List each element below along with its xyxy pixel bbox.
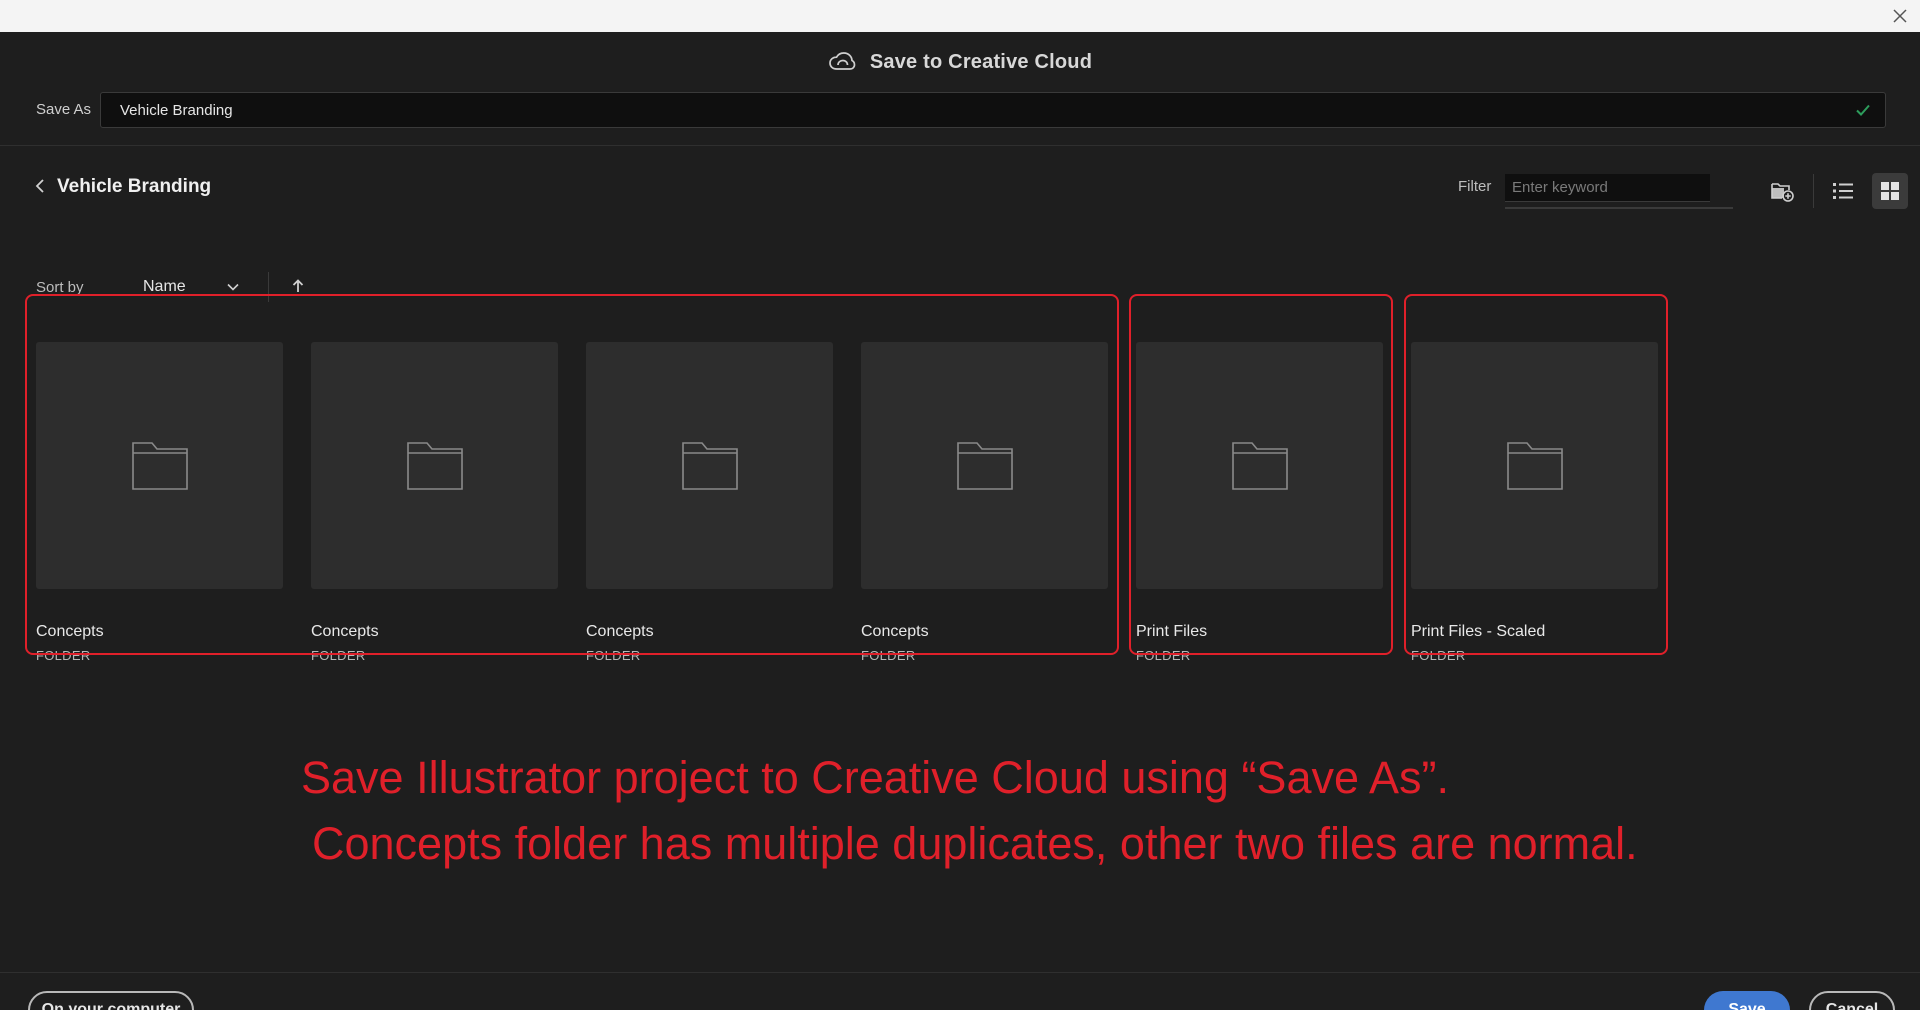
current-folder-title: Vehicle Branding — [57, 176, 212, 197]
footer-divider — [0, 972, 1920, 973]
list-view-button[interactable] — [1825, 173, 1861, 209]
creative-cloud-icon — [829, 52, 856, 70]
close-icon[interactable] — [1888, 4, 1912, 28]
save-as-row: Save As — [0, 90, 1920, 130]
filter-underline — [1505, 207, 1733, 209]
on-your-computer-button[interactable]: On your computer — [28, 991, 194, 1010]
save-as-input[interactable] — [100, 92, 1886, 128]
filter-input[interactable] — [1505, 174, 1710, 202]
grid-view-icon — [1881, 182, 1899, 200]
dialog-header: Save to Creative Cloud — [0, 46, 1920, 78]
annotation-text-line-1: Save Illustrator project to Creative Clo… — [301, 752, 1450, 803]
save-dialog: Save to Creative Cloud Save As Vehicle B… — [0, 32, 1920, 1010]
dialog-title: Save to Creative Cloud — [869, 50, 1093, 73]
cancel-button[interactable]: Cancel — [1809, 991, 1895, 1010]
annotation-text-line-2: Concepts folder has multiple duplicates,… — [312, 818, 1638, 869]
sort-direction-button[interactable] — [288, 276, 308, 296]
filter-label: Filter — [1458, 178, 1492, 195]
chevron-left-icon[interactable] — [33, 177, 49, 195]
chevron-down-icon — [227, 283, 239, 291]
annotation-box-print-files — [1129, 294, 1393, 655]
toolbar-separator — [1813, 174, 1814, 208]
checkmark-icon — [1856, 104, 1870, 116]
new-folder-button[interactable] — [1764, 173, 1800, 209]
window-titlebar — [0, 0, 1920, 32]
save-as-label: Save As — [36, 101, 92, 118]
annotation-box-duplicates — [25, 294, 1119, 655]
save-button[interactable]: Save — [1704, 991, 1790, 1010]
header-divider — [0, 145, 1920, 146]
arrow-up-icon — [292, 279, 304, 292]
grid-view-button[interactable] — [1872, 173, 1908, 209]
new-folder-icon — [1771, 183, 1794, 202]
list-view-icon — [1833, 183, 1853, 199]
annotation-box-print-files-scaled — [1404, 294, 1668, 655]
